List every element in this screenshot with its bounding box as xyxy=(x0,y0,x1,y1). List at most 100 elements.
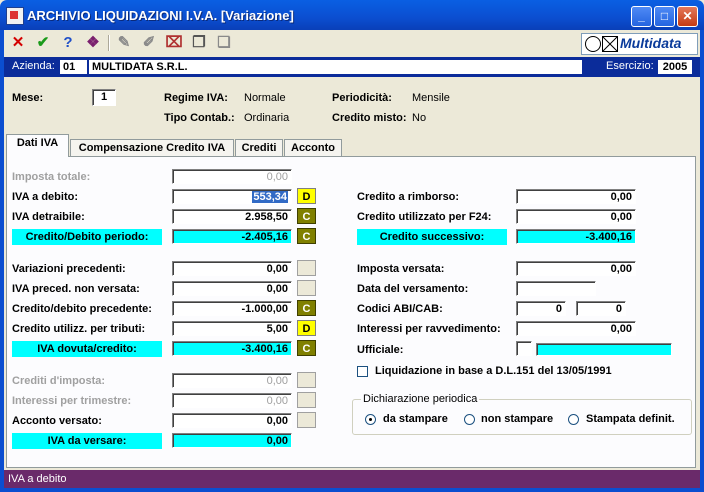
imposta-totale-label: Imposta totale: xyxy=(12,171,91,183)
window-frame-bottom xyxy=(0,488,704,492)
iva-debito-label: IVA a debito: xyxy=(12,191,78,203)
azienda-code: 01 xyxy=(60,60,87,74)
tipo-contab-value: Ordinaria xyxy=(244,112,290,124)
periodicita-value: Mensile xyxy=(412,92,450,104)
iva-dovuta-credito-field: -3.400,16 xyxy=(172,341,292,356)
credito-misto-label: Credito misto: xyxy=(332,112,407,124)
window-title: ARCHIVIO LIQUIDAZIONI I.V.A. [Variazione… xyxy=(27,8,294,23)
credito-tributi-tag: D xyxy=(297,320,316,336)
iva-dovuta-credito-tag: C xyxy=(297,340,316,356)
tipo-contab-label: Tipo Contab.: xyxy=(164,112,235,124)
esercizio-value: 2005 xyxy=(658,60,692,74)
iva-debito-field[interactable]: 553,34 xyxy=(172,189,292,204)
credito-rimborso-label: Credito a rimborso: xyxy=(357,191,460,203)
tab-crediti[interactable]: Crediti xyxy=(235,139,283,156)
book-icon[interactable]: ❖ xyxy=(83,34,103,52)
window-frame-right xyxy=(700,30,704,492)
close-button[interactable]: ✕ xyxy=(677,6,698,27)
credito-rimborso-field[interactable]: 0,00 xyxy=(516,189,636,204)
variazioni-precedenti-tag xyxy=(297,260,316,276)
codici-abi-cab-label: Codici ABI/CAB: xyxy=(357,303,443,315)
credito-debito-precedente-tag: C xyxy=(297,300,316,316)
variazioni-precedenti-label: Variazioni precedenti: xyxy=(12,263,126,275)
radio-non-stampare[interactable] xyxy=(464,414,475,425)
credito-debito-precedente-field[interactable]: -1.000,00 xyxy=(172,301,292,316)
liquidazione-dl151-checkbox[interactable] xyxy=(357,366,368,377)
imposta-versata-field[interactable]: 0,00 xyxy=(516,261,636,276)
title-bar[interactable]: ARCHIVIO LIQUIDAZIONI I.V.A. [Variazione… xyxy=(0,0,704,30)
acconto-versato-label: Acconto versato: xyxy=(12,415,102,427)
iva-detraibile-label: IVA detraibile: xyxy=(12,211,85,223)
square-icon xyxy=(602,36,618,52)
tab-dati-iva[interactable]: Dati IVA xyxy=(6,134,69,157)
crediti-imposta-field: 0,00 xyxy=(172,373,292,388)
liquidazione-dl151-label: Liquidazione in base a D.L.151 del 13/05… xyxy=(375,365,612,377)
credito-debito-precedente-label: Credito/debito precedente: xyxy=(12,303,152,315)
dichiarazione-group: Dichiarazione periodica da stampare non … xyxy=(352,393,692,435)
imposta-totale-field: 0,00 xyxy=(172,169,292,184)
abi-field[interactable]: 0 xyxy=(516,301,566,316)
iva-debito-tag: D xyxy=(297,188,316,204)
ufficiale-description-field xyxy=(536,343,672,356)
minimize-button[interactable]: _ xyxy=(631,6,652,27)
mese-label: Mese: xyxy=(12,92,44,104)
status-bar: IVA a debito xyxy=(4,470,700,488)
cab-field[interactable]: 0 xyxy=(576,301,626,316)
regime-value: Normale xyxy=(244,92,286,104)
help-icon[interactable]: ? xyxy=(58,34,78,52)
radio-da-stampare[interactable] xyxy=(365,414,376,425)
paste-icon[interactable]: ❏ xyxy=(214,34,234,52)
data-versamento-field[interactable] xyxy=(516,281,596,296)
acconto-versato-tag xyxy=(297,412,316,428)
edit-icon[interactable]: ✎ xyxy=(114,34,134,52)
toolbar-separator xyxy=(108,35,110,51)
radio-non-stampare-label: non stampare xyxy=(481,413,554,425)
regime-label: Regime IVA: xyxy=(164,92,228,104)
credito-f24-label: Credito utilizzato per F24: xyxy=(357,211,492,223)
credito-successivo-field: -3.400,16 xyxy=(516,229,636,244)
iva-preced-field[interactable]: 0,00 xyxy=(172,281,292,296)
dichiarazione-legend: Dichiarazione periodica xyxy=(361,393,480,405)
radio-stampata-definit[interactable] xyxy=(568,414,579,425)
periodicita-label: Periodicità: xyxy=(332,92,392,104)
acconto-versato-field[interactable]: 0,00 xyxy=(172,413,292,428)
tab-compensazione[interactable]: Compensazione Credito IVA xyxy=(70,139,234,156)
tab-acconto[interactable]: Acconto xyxy=(284,139,342,156)
credito-debito-periodo-label: Credito/Debito periodo: xyxy=(12,229,162,245)
data-versamento-label: Data del versamento: xyxy=(357,283,469,295)
iva-detraibile-tag: C xyxy=(297,208,316,224)
circle-icon xyxy=(585,36,601,52)
iva-preced-tag xyxy=(297,280,316,296)
credito-debito-periodo-tag: C xyxy=(297,228,316,244)
app-icon xyxy=(6,7,24,25)
interessi-trimestre-field: 0,00 xyxy=(172,393,292,408)
iva-detraibile-field[interactable]: 2.958,50 xyxy=(172,209,292,224)
window-frame-left xyxy=(0,30,4,492)
delete-icon[interactable]: ⌧ xyxy=(164,34,184,52)
esercizio-label: Esercizio: xyxy=(606,60,654,72)
azienda-label: Azienda: xyxy=(12,60,55,72)
credito-successivo-label: Credito successivo: xyxy=(357,229,507,245)
iva-preced-label: IVA preced. non versata: xyxy=(12,283,140,295)
credito-tributi-field[interactable]: 5,00 xyxy=(172,321,292,336)
interessi-trimestre-label: Interessi per trimestre: xyxy=(12,395,132,407)
credito-f24-field[interactable]: 0,00 xyxy=(516,209,636,224)
interessi-trimestre-tag xyxy=(297,392,316,408)
mese-input[interactable]: 1 xyxy=(92,89,116,106)
confirm-icon[interactable]: ✔ xyxy=(33,34,53,52)
interessi-ravvedimento-label: Interessi per ravvedimento: xyxy=(357,323,501,335)
interessi-ravvedimento-field[interactable]: 0,00 xyxy=(516,321,636,336)
maximize-button[interactable]: □ xyxy=(654,6,675,27)
ufficiale-code-field[interactable] xyxy=(516,341,532,356)
cross-icon xyxy=(603,37,617,51)
azienda-name: MULTIDATA S.R.L. xyxy=(89,60,582,74)
brand-name: Multidata xyxy=(620,35,682,51)
variazioni-precedenti-field[interactable]: 0,00 xyxy=(172,261,292,276)
new-icon[interactable]: ✐ xyxy=(139,34,159,52)
copy-icon[interactable]: ❐ xyxy=(189,34,209,52)
credito-tributi-label: Credito utilizz. per tributi: xyxy=(12,323,146,335)
iva-dovuta-credito-label: IVA dovuta/credito: xyxy=(12,341,162,357)
radio-da-stampare-label: da stampare xyxy=(383,413,448,425)
cancel-icon[interactable]: ✕ xyxy=(8,34,28,52)
brand-logo: Multidata xyxy=(581,33,698,55)
